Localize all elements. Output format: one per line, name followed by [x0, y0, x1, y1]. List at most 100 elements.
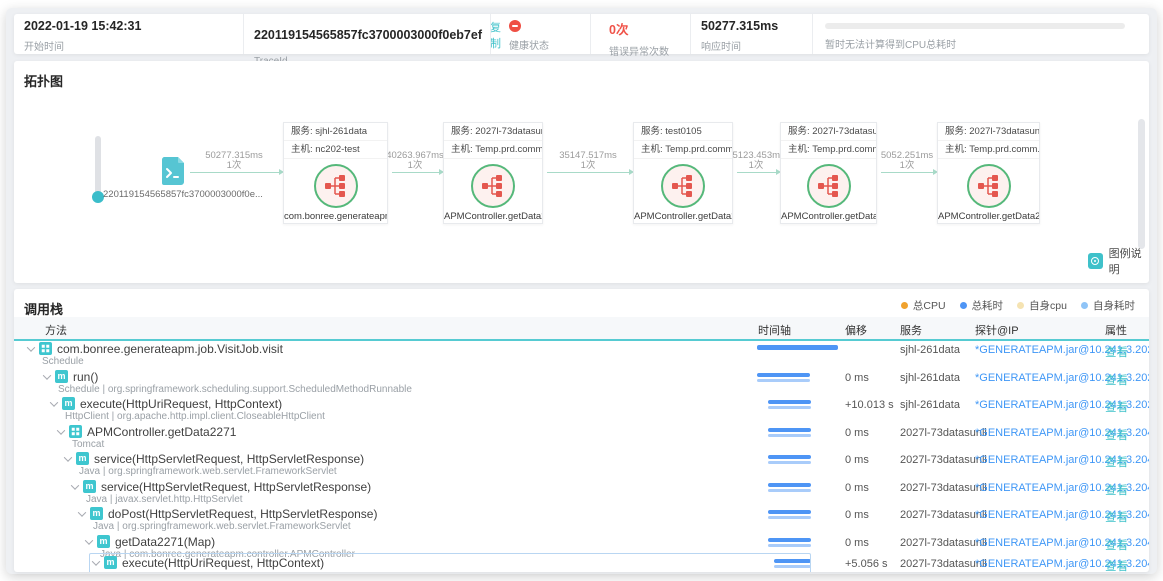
- chevron-down-icon[interactable]: [27, 343, 35, 351]
- legend-dot-self-time: [1081, 302, 1088, 309]
- view-link[interactable]: 查看: [1105, 509, 1128, 525]
- view-link[interactable]: 查看: [1105, 344, 1128, 360]
- offset-value: 0 ms: [845, 537, 869, 549]
- legend-item: 总耗时: [960, 298, 1004, 313]
- cpu-progress-bar: [825, 23, 1125, 29]
- chevron-down-icon[interactable]: [43, 371, 51, 379]
- edge-label: 40263.967ms1次: [386, 151, 444, 171]
- trace-id-block: 220119154565857fc3700003000f0eb7ef 复制 Tr…: [243, 14, 490, 54]
- chevron-down-icon[interactable]: [57, 426, 65, 434]
- service-value: 2027l-73datasunli: [900, 537, 987, 549]
- view-link[interactable]: 查看: [1105, 558, 1128, 572]
- table-row[interactable]: service(HttpServletRequest, HttpServletR…: [14, 479, 1149, 506]
- topology-node[interactable]: 服务: 2027l-73datasunli 主机: Temp.prd.comm.…: [937, 122, 1040, 224]
- table-row[interactable]: service(HttpServletRequest, HttpServletR…: [14, 451, 1149, 478]
- timeline-bars: [768, 510, 811, 519]
- timeline-bars: [768, 428, 811, 437]
- view-link[interactable]: 查看: [1105, 372, 1128, 388]
- method-detail: Tomcat: [72, 439, 104, 450]
- view-link[interactable]: 查看: [1105, 454, 1128, 470]
- service-value: sjhl-261data: [900, 372, 960, 384]
- service-value: 2027l-73datasunli: [900, 427, 987, 439]
- chevron-down-icon[interactable]: [71, 481, 79, 489]
- trace-id-value: 220119154565857fc3700003000f0eb7ef: [254, 28, 482, 42]
- method-name: getData2271(Map): [115, 535, 215, 549]
- table-row[interactable]: execute(HttpUriRequest, HttpContext) Htt…: [14, 396, 1149, 423]
- method-detail: Schedule | org.springframework.schedulin…: [58, 384, 412, 395]
- table-row[interactable]: execute(HttpUriRequest, HttpContext) +5.…: [14, 555, 1149, 572]
- service-node-icon: [314, 164, 358, 208]
- topology-scrollbar[interactable]: [1138, 119, 1145, 249]
- method-detail: Schedule: [42, 356, 84, 367]
- edge-line: [547, 172, 629, 173]
- legend-item: 自身cpu: [1017, 298, 1067, 313]
- legend-button[interactable]: 图例说明: [1088, 245, 1149, 277]
- zoom-slider-track[interactable]: [95, 136, 101, 198]
- node-service: 服务: sjhl-261data: [284, 123, 387, 141]
- method-name: service(HttpServletRequest, HttpServletR…: [94, 452, 364, 466]
- offset-value: 0 ms: [845, 482, 869, 494]
- node-name: APMController.getData2271: [444, 211, 542, 222]
- service-value: sjhl-261data: [900, 344, 960, 356]
- chevron-down-icon[interactable]: [92, 557, 100, 565]
- edge-label: 35147.517ms1次: [559, 151, 617, 171]
- chevron-down-icon[interactable]: [64, 453, 72, 461]
- start-time-label: 开始时间: [24, 38, 243, 53]
- callstack-title: 调用栈: [24, 299, 63, 318]
- cpu-total-block: 暂时无法计算得到CPU总耗时: [812, 14, 1149, 54]
- node-service: 服务: 2027l-73datasunli: [781, 123, 876, 141]
- offset-value: 0 ms: [845, 427, 869, 439]
- column-timeline: 时间轴: [758, 322, 791, 338]
- service-value: 2027l-73datasunli: [900, 509, 987, 521]
- offset-value: 0 ms: [845, 509, 869, 521]
- timeline-bars: [757, 373, 810, 382]
- table-row[interactable]: APMController.getData2271 Tomcat 0 ms 20…: [14, 424, 1149, 451]
- edge-line: [737, 172, 776, 173]
- trace-source-label: 220119154565857fc3700003000f0e...: [103, 189, 243, 200]
- method-name: com.bonree.generateapm.job.VisitJob.visi…: [57, 342, 283, 356]
- method-icon: [104, 556, 117, 569]
- trace-source-icon[interactable]: [162, 157, 184, 185]
- method-detail: Java | javax.servlet.http.HttpServlet: [86, 494, 243, 505]
- topology-node[interactable]: 服务: sjhl-261data 主机: nc202-test com.bonr…: [283, 122, 388, 224]
- node-service: 服务: test0105: [634, 123, 732, 141]
- method-name: service(HttpServletRequest, HttpServletR…: [101, 480, 371, 494]
- offset-value: 0 ms: [845, 454, 869, 466]
- view-link[interactable]: 查看: [1105, 482, 1128, 498]
- node-host: 主机: nc202-test: [284, 141, 387, 159]
- node-service: 服务: 2027l-73datasunli: [938, 123, 1039, 141]
- table-row[interactable]: run() Schedule | org.springframework.sch…: [14, 369, 1149, 396]
- method-icon: [97, 535, 110, 548]
- timeline-bars: [774, 559, 811, 568]
- chevron-down-icon[interactable]: [85, 536, 93, 544]
- legend-item: 自身耗时: [1081, 298, 1135, 313]
- topology-node[interactable]: 服务: 2027l-73datasunli 主机: Temp.prd.comm.…: [443, 122, 543, 224]
- node-host: 主机: Temp.prd.comm.vm.by.idc.b...: [444, 141, 542, 159]
- edge-label: 50277.315ms1次: [205, 151, 263, 171]
- table-row[interactable]: com.bonree.generateapm.job.VisitJob.visi…: [14, 341, 1149, 368]
- legend-icon: [1088, 253, 1103, 269]
- service-value: 2027l-73datasunli: [900, 482, 987, 494]
- edge-line: [881, 172, 933, 173]
- error-count-value: 0次: [609, 19, 690, 38]
- topology-node[interactable]: 服务: 2027l-73datasunli 主机: Temp.prd.comm.…: [780, 122, 877, 224]
- topology-panel: 拓扑图 220119154565857fc3700003000f0e... 50…: [14, 61, 1149, 283]
- view-link[interactable]: 查看: [1105, 537, 1128, 553]
- method-detail: Java | org.springframework.web.servlet.F…: [79, 466, 337, 477]
- chevron-down-icon[interactable]: [50, 398, 58, 406]
- offset-value: +10.013 s: [845, 399, 894, 411]
- view-link[interactable]: 查看: [1105, 427, 1128, 443]
- node-host: 主机: Temp.prd.comm.vm.by.idc.b...: [634, 141, 732, 159]
- node-service: 服务: 2027l-73datasunli: [444, 123, 542, 141]
- service-value: sjhl-261data: [900, 399, 960, 411]
- node-host: 主机: Temp.prd.comm.vm.by.idc.b...: [781, 141, 876, 159]
- offset-value: +5.056 s: [845, 558, 888, 570]
- response-time-block: 50277.315ms 响应时间: [690, 14, 812, 54]
- service-value: 2027l-73datasunli: [900, 454, 987, 466]
- table-row[interactable]: doPost(HttpServletRequest, HttpServletRe…: [14, 506, 1149, 533]
- legend-dot-total-cpu: [901, 302, 908, 309]
- view-link[interactable]: 查看: [1105, 399, 1128, 415]
- chevron-down-icon[interactable]: [78, 508, 86, 516]
- topology-node[interactable]: 服务: test0105 主机: Temp.prd.comm.vm.by.idc…: [633, 122, 733, 224]
- service-node-icon: [967, 164, 1011, 208]
